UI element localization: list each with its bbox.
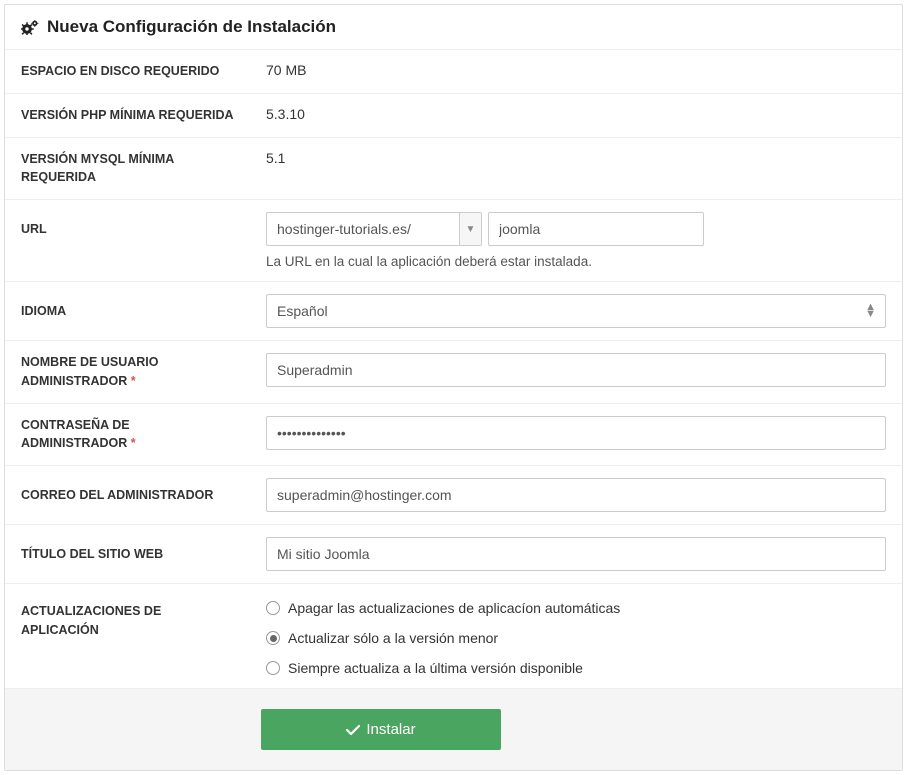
admin-username-label: NOMBRE DE USUARIO ADMINISTRADOR * <box>5 341 250 404</box>
check-icon <box>346 724 360 736</box>
disk-space-value: 70 MB <box>266 62 306 78</box>
updates-option-off-label: Apagar las actualizaciones de aplicacíon… <box>288 600 620 616</box>
url-help-text: La URL en la cual la aplicación deberá e… <box>266 254 886 269</box>
language-select[interactable]: Español ▲▼ <box>266 294 886 328</box>
domain-select-value: hostinger-tutorials.es/ <box>267 213 459 245</box>
php-version-label: VERSIÓN PHP MÍNIMA REQUERIDA <box>5 93 250 137</box>
site-title-input[interactable] <box>266 537 886 571</box>
app-updates-label: ACTUALIZACIONES DE APLICACIÓN <box>5 584 250 689</box>
admin-email-label: CORREO DEL ADMINISTRADOR <box>5 466 250 525</box>
install-config-panel: Nueva Configuración de Instalación ESPAC… <box>4 4 903 771</box>
admin-password-input[interactable] <box>266 416 886 450</box>
gears-icon <box>21 20 39 35</box>
url-path-input[interactable] <box>488 212 704 246</box>
domain-select[interactable]: hostinger-tutorials.es/ ▼ <box>266 212 482 246</box>
sort-icon: ▲▼ <box>865 304 876 318</box>
updates-option-minor-label: Actualizar sólo a la versión menor <box>288 630 498 646</box>
radio-icon <box>266 601 280 615</box>
url-input-group: hostinger-tutorials.es/ ▼ <box>266 212 886 246</box>
php-version-value: 5.3.10 <box>266 106 305 122</box>
panel-header: Nueva Configuración de Instalación <box>5 5 902 49</box>
chevron-down-icon: ▼ <box>459 213 481 245</box>
admin-username-input[interactable] <box>266 353 886 387</box>
install-button[interactable]: Instalar <box>261 709 501 750</box>
updates-option-latest-label: Siempre actualiza a la última versión di… <box>288 660 583 676</box>
language-label: IDIOMA <box>5 282 250 341</box>
admin-password-label: CONTRASEÑA DE ADMINISTRADOR * <box>5 403 250 466</box>
updates-option-latest[interactable]: Siempre actualiza a la última versión di… <box>266 660 886 676</box>
disk-space-label: ESPACIO EN DISCO REQUERIDO <box>5 50 250 94</box>
url-label: URL <box>5 200 250 282</box>
install-button-label: Instalar <box>366 721 415 738</box>
updates-option-off[interactable]: Apagar las actualizaciones de aplicacíon… <box>266 600 886 616</box>
radio-icon <box>266 661 280 675</box>
mysql-version-label: VERSIÓN MYSQL MÍNIMA REQUERIDA <box>5 137 250 200</box>
radio-icon <box>266 631 280 645</box>
mysql-version-value: 5.1 <box>266 150 285 166</box>
language-select-value: Español <box>266 294 886 328</box>
site-title-label: TÍTULO DEL SITIO WEB <box>5 525 250 584</box>
admin-email-input[interactable] <box>266 478 886 512</box>
updates-option-minor[interactable]: Actualizar sólo a la versión menor <box>266 630 886 646</box>
panel-title: Nueva Configuración de Instalación <box>47 17 336 37</box>
form-table: ESPACIO EN DISCO REQUERIDO 70 MB VERSIÓN… <box>5 49 902 770</box>
